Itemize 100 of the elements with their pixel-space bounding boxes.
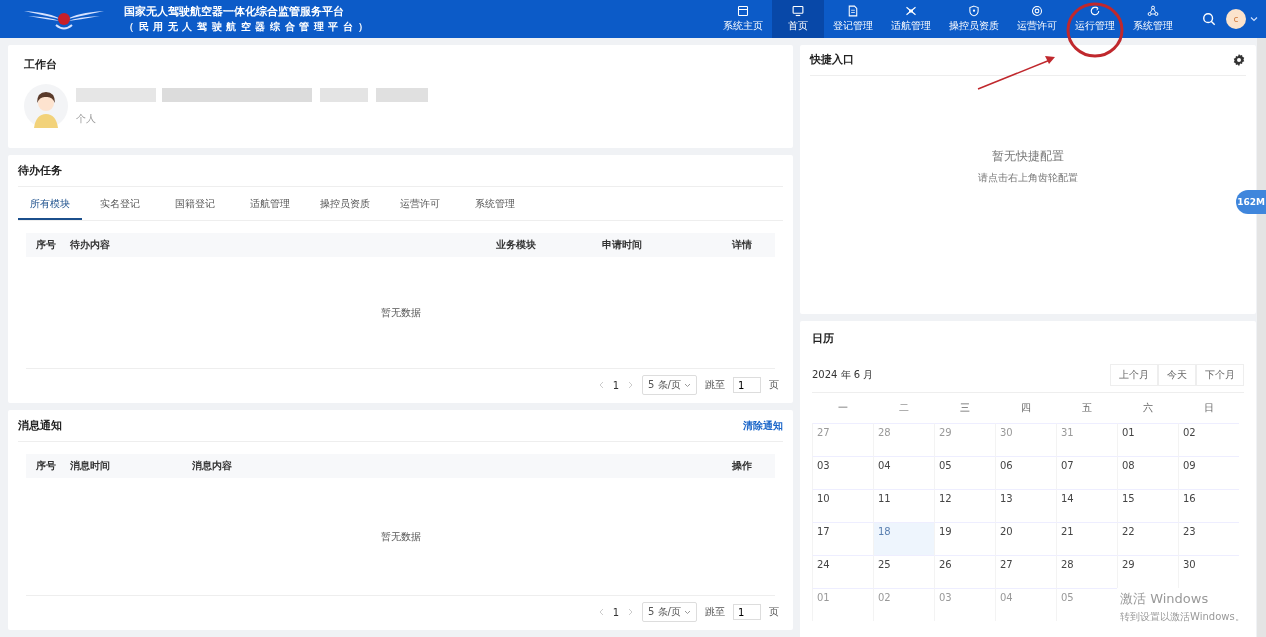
nav-item[interactable]: 系统管理 [1124,0,1182,38]
platform-title: 国家无人驾驶航空器一体化综合监管服务平台 [124,4,345,19]
empty-hint: 请点击右上角齿轮配置 [978,171,1078,185]
page-size-select[interactable]: 5 条/页 [642,602,697,622]
caret-icon [684,381,691,389]
next-page-icon[interactable] [627,608,635,616]
empty-message: 暂无数据 [380,529,421,544]
page-number[interactable]: 1 [612,379,620,391]
prev-page-icon[interactable] [597,381,605,389]
empty-title: 暂无快捷配置 [992,148,1064,165]
day-cell[interactable]: 18 [873,522,934,555]
monitor-icon [792,5,804,17]
column-header: 申请时间 [601,238,643,252]
page-unit: 页 [769,605,779,619]
day-cell[interactable]: 24 [812,555,873,588]
column-header: 待办内容 [69,238,111,252]
person-avatar-icon [24,84,68,128]
module-tab[interactable]: 系统管理 [457,189,532,220]
day-cell[interactable]: 27 [995,555,1056,588]
nav-item[interactable]: 系统主页 [714,0,772,38]
day-cell[interactable]: 08 [1117,456,1178,489]
column-header: 消息时间 [69,459,111,473]
day-cell[interactable]: 19 [934,522,995,555]
activation-title: 激活 Windows [1120,590,1210,608]
jump-label: 跳至 [705,605,725,619]
page-number[interactable]: 1 [612,606,620,618]
day-cell[interactable]: 29 [1117,555,1178,588]
clear-link[interactable]: 清除通知 [743,418,783,433]
nav-item[interactable]: 适航管理 [882,0,940,38]
day-cell[interactable]: 04 [873,456,934,489]
next-page-icon[interactable] [627,381,635,389]
module-tab[interactable]: 所有模块 [18,189,82,220]
target-icon [1031,5,1043,17]
jump-page-field[interactable]: 1 [733,377,761,393]
module-tab[interactable]: 实名登记 [82,189,157,220]
calendar-nav-button[interactable]: 下个月 [1196,364,1244,386]
day-cell[interactable]: 16 [1178,489,1239,522]
nav-item[interactable]: 运营许可 [1008,0,1066,38]
column-header: 消息内容 [191,459,233,473]
card-title: 消息通知 [18,418,62,433]
card-title: 工作台 [24,57,58,72]
day-cell[interactable]: 07 [1056,456,1117,489]
day-cell[interactable]: 20 [995,522,1056,555]
card-title: 待办任务 [18,163,62,178]
document-icon [847,5,859,17]
day-cell[interactable]: 23 [1178,522,1239,555]
empty-message: 暂无数据 [380,305,421,320]
module-tab[interactable]: 国籍登记 [157,189,232,220]
memory-badge: 162M [1236,190,1266,214]
day-cell[interactable]: 26 [934,555,995,588]
day-cell[interactable]: 13 [995,489,1056,522]
weekday-label: 六 [1141,401,1154,415]
month-label: 2024 年 6 月 [812,368,874,382]
day-cell[interactable]: 15 [1117,489,1178,522]
shield-icon [968,5,980,17]
nav-item[interactable]: 登记管理 [824,0,882,38]
page-size-select[interactable]: 5 条/页 [642,375,697,395]
nav-item[interactable]: 首页 [772,0,824,38]
weekday-label: 二 [897,401,910,415]
day-cell[interactable]: 25 [873,555,934,588]
jump-page-field[interactable]: 1 [733,604,761,620]
weekday-label: 五 [1080,401,1093,415]
card-title: 快捷入口 [810,52,854,67]
day-cell[interactable]: 02 [1178,423,1239,456]
day-cell[interactable]: 28 [1056,555,1117,588]
day-cell[interactable]: 03 [812,456,873,489]
day-cell[interactable]: 09 [1178,456,1239,489]
user-role: 个人 [76,112,97,126]
calendar-nav-button[interactable]: 今天 [1158,364,1196,386]
card-title: 日历 [812,331,835,346]
network-icon [1147,5,1159,17]
platform-subtitle: （民用无人驾驶航空器综合管理平台） [124,20,373,34]
weekday-label: 日 [1202,401,1215,415]
day-cell[interactable]: 10 [812,489,873,522]
module-tab[interactable]: 适航管理 [232,189,307,220]
day-cell[interactable]: 12 [934,489,995,522]
module-tab[interactable]: 运营许可 [382,189,457,220]
window-icon [737,5,749,17]
activation-text: 转到设置以激活Windows。 [1120,610,1245,624]
day-cell[interactable]: 22 [1117,522,1178,555]
prev-page-icon[interactable] [597,608,605,616]
calendar-nav-button[interactable]: 上个月 [1110,364,1158,386]
nav-item[interactable]: 运行管理 [1066,0,1124,38]
settings-icon[interactable] [1232,52,1246,67]
day-cell[interactable]: 30 [1178,555,1239,588]
column-header: 序号 [35,238,57,252]
day-cell[interactable]: 05 [934,456,995,489]
weekday-label: 三 [958,401,971,415]
day-cell[interactable]: 21 [1056,522,1117,555]
module-tab[interactable]: 操控员资质 [307,189,382,220]
search-icon[interactable] [1202,12,1216,26]
day-cell[interactable]: 06 [995,456,1056,489]
caret-icon[interactable] [1250,15,1258,23]
column-header: 详情 [731,238,753,252]
loop-icon [1089,5,1101,17]
day-cell[interactable]: 01 [1117,423,1178,456]
day-cell[interactable]: 14 [1056,489,1117,522]
nav-item[interactable]: 操控员资质 [940,0,1008,38]
annotation-circle [1066,2,1124,58]
column-header: 操作 [731,459,753,473]
